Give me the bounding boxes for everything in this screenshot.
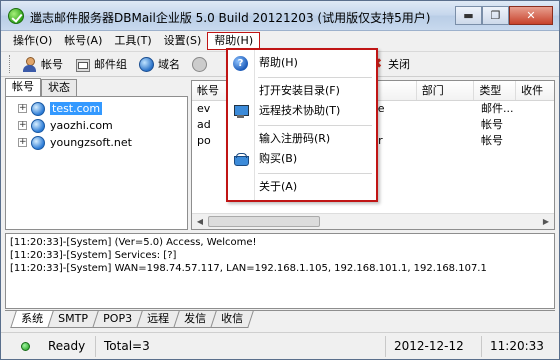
toolbar-mailgroup-button[interactable]: 邮件组 xyxy=(69,53,133,75)
status-time: 11:20:33 xyxy=(490,338,544,353)
menu-operation[interactable]: 操作(O) xyxy=(7,32,58,50)
expand-icon[interactable]: + xyxy=(18,121,27,130)
scroll-left-icon[interactable]: ◀ xyxy=(193,216,207,227)
tree-item[interactable]: + yaozhi.com xyxy=(6,117,187,134)
menu-tools[interactable]: 工具(T) xyxy=(108,32,157,50)
log-line: [11:20:33]-[System] WAN=198.74.57.117, L… xyxy=(10,263,487,274)
title-bar[interactable]: 邋志邮件服务器DBMail企业版 5.0 Build 20121203 (试用版… xyxy=(1,1,559,31)
cell-name xyxy=(362,117,476,133)
globe-icon xyxy=(31,101,45,116)
tree-item[interactable]: + youngzsoft.net xyxy=(6,134,187,151)
tab-pop3[interactable]: POP3 xyxy=(92,311,143,328)
toolbar-account-button[interactable]: 帐号 xyxy=(16,53,69,75)
window-title: 邋志邮件服务器DBMail企业版 5.0 Build 20121203 (试用版… xyxy=(30,11,431,25)
menu-account[interactable]: 帐号(A) xyxy=(58,32,108,50)
menu-settings[interactable]: 设置(S) xyxy=(158,32,208,50)
menu-item-help-label: 帮助(H) xyxy=(259,56,298,69)
menu-item-open-install-dir-label: 打开安装目录(F) xyxy=(259,84,340,97)
menu-item-remote-assist-label: 远程技术协助(T) xyxy=(259,104,341,117)
toolbar-hidden-button[interactable] xyxy=(186,53,213,75)
scrollbar-thumb[interactable] xyxy=(208,216,320,227)
status-total: Total=3 xyxy=(96,335,386,357)
globe-icon xyxy=(139,56,154,72)
expand-icon[interactable]: + xyxy=(18,104,27,113)
status-date: 2012-12-12 xyxy=(386,335,482,357)
window-controls: ▬ ❐ ✕ xyxy=(455,6,553,25)
log-tab-strip: 系统 SMTP POP3 远程 发信 收信 xyxy=(5,310,555,329)
menu-item-buy[interactable]: 购买(B) xyxy=(228,149,376,169)
cell-name: ter xyxy=(362,133,476,149)
log-panel[interactable]: [11:20:33]-[System] (Ver=5.0) Access, We… xyxy=(5,233,555,309)
expand-icon[interactable]: + xyxy=(18,138,27,147)
tab-remote-label: 远程 xyxy=(146,312,169,325)
menu-item-buy-label: 购买(B) xyxy=(259,152,298,165)
scroll-right-icon[interactable]: ▶ xyxy=(539,216,553,227)
menu-item-help[interactable]: ? 帮助(H) xyxy=(228,53,376,73)
menu-item-about[interactable]: 关于(A) xyxy=(228,177,376,197)
settings-icon xyxy=(192,56,207,72)
left-panel: 帐号 状态 + test.com + yaozhi.com + youngzso… xyxy=(5,78,188,230)
tree-item-label: test.com xyxy=(50,102,103,115)
tab-status[interactable]: 状态 xyxy=(41,79,77,96)
toolbar-mailgroup-label: 邮件组 xyxy=(94,58,127,71)
log-line: [11:20:33]-[System] (Ver=5.0) Access, We… xyxy=(10,237,257,248)
tab-pop3-label: POP3 xyxy=(102,312,132,325)
domain-tree[interactable]: + test.com + yaozhi.com + youngzsoft.net xyxy=(5,96,188,230)
menu-item-enter-regcode[interactable]: 输入注册码(R) xyxy=(228,129,376,149)
column-type[interactable]: 类型 xyxy=(474,81,517,100)
toolbar-grip[interactable] xyxy=(9,55,12,73)
menu-separator xyxy=(258,77,372,78)
left-tab-strip: 帐号 状态 xyxy=(5,78,188,96)
toolbar-domain-button[interactable]: 域名 xyxy=(133,53,186,75)
tree-item[interactable]: + test.com xyxy=(6,100,187,117)
globe-icon xyxy=(31,135,45,150)
help-dropdown-menu: ? 帮助(H) 打开安装目录(F) 远程技术协助(T) 输入注册码(R) 购买(… xyxy=(226,48,378,202)
cell-type: 帐号 xyxy=(481,134,503,147)
mail-group-icon xyxy=(75,57,90,72)
menu-separator xyxy=(258,125,372,126)
menu-item-open-install-dir[interactable]: 打开安装目录(F) xyxy=(228,81,376,101)
tab-receive-label: 收信 xyxy=(220,312,243,325)
menu-item-enter-regcode-label: 输入注册码(R) xyxy=(259,132,331,145)
tab-send-label: 发信 xyxy=(183,312,206,325)
tab-system-label: 系统 xyxy=(21,312,44,325)
status-led-icon xyxy=(21,341,30,351)
toolbar-domain-label: 域名 xyxy=(158,58,180,71)
tree-item-label: yaozhi.com xyxy=(50,119,113,132)
tree-item-label: youngzsoft.net xyxy=(50,136,132,149)
column-inbox[interactable]: 收件 xyxy=(516,81,554,100)
cell-name: me xyxy=(362,101,476,117)
column-department[interactable]: 部门 xyxy=(417,81,475,100)
tab-accounts[interactable]: 帐号 xyxy=(5,78,41,96)
app-window: 邋志邮件服务器DBMail企业版 5.0 Build 20121203 (试用版… xyxy=(0,0,560,360)
menu-item-about-label: 关于(A) xyxy=(259,180,298,193)
globe-icon xyxy=(31,118,45,133)
tab-smtp[interactable]: SMTP xyxy=(47,311,99,328)
monitor-icon xyxy=(233,104,249,119)
toolbar-account-label: 帐号 xyxy=(41,58,63,71)
shopping-basket-icon xyxy=(233,152,249,167)
help-icon: ? xyxy=(233,56,248,71)
menu-separator xyxy=(258,173,372,174)
toolbar-close-label: 关闭 xyxy=(388,58,410,71)
status-bar: Ready Total=3 2012-12-12 11:20:33 xyxy=(1,332,559,359)
horizontal-scrollbar[interactable]: ◀ ▶ xyxy=(192,213,554,229)
minimize-button[interactable]: ▬ xyxy=(455,6,482,25)
tab-receive[interactable]: 收信 xyxy=(210,311,254,328)
menu-item-remote-assist[interactable]: 远程技术协助(T) xyxy=(228,101,376,121)
app-logo-icon xyxy=(8,8,24,24)
user-icon xyxy=(22,56,37,72)
cell-type: 邮件... xyxy=(481,102,514,115)
tab-smtp-label: SMTP xyxy=(58,312,88,325)
restore-button[interactable]: ❐ xyxy=(482,6,509,25)
log-line: [11:20:33]-[System] Services: [?] xyxy=(10,250,177,261)
cell-type: 帐号 xyxy=(481,118,503,131)
close-button[interactable]: ✕ xyxy=(509,6,553,25)
status-ready: Ready xyxy=(40,335,96,357)
